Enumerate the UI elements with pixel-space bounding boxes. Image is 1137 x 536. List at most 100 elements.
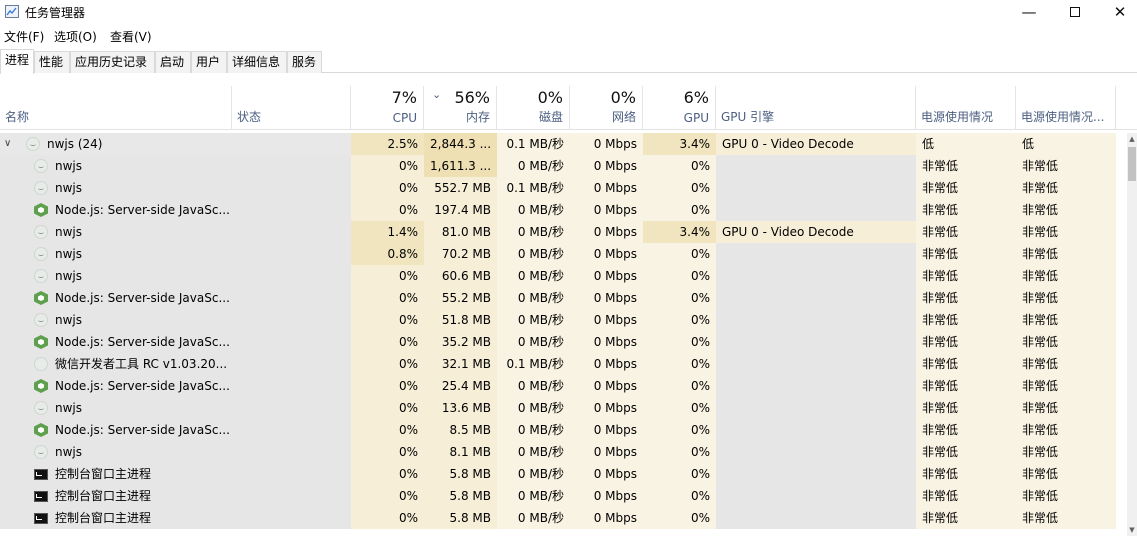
power-trend-cell: 非常低 bbox=[1016, 287, 1116, 309]
scroll-thumb[interactable] bbox=[1128, 147, 1136, 181]
memory-cell: 552.7 MB bbox=[424, 177, 497, 199]
network-cell: 0 Mbps bbox=[570, 507, 643, 529]
menu-file[interactable]: 文件(F) bbox=[4, 28, 44, 45]
gpu-engine-cell bbox=[716, 419, 916, 441]
power-trend-cell: 非常低 bbox=[1016, 309, 1116, 331]
process-row[interactable]: 控制台窗口主进程 0% 5.8 MB 0 MB/秒 0 Mbps 0% 非常低 非常低 bbox=[0, 485, 1127, 507]
process-row[interactable]: Node.js: Server-side JavaSc... 0% 8.5 MB 0 … bbox=[0, 419, 1127, 441]
col-disk[interactable]: 0% 磁盘 bbox=[497, 86, 570, 130]
network-cell: 0 Mbps bbox=[570, 199, 643, 221]
tab-services[interactable]: 服务 bbox=[287, 51, 322, 73]
cpu-cell: 1.4% bbox=[351, 221, 424, 243]
process-name-cell: 控制台窗口主进程 bbox=[0, 463, 230, 485]
row-filler bbox=[1116, 419, 1127, 441]
memory-cell: 197.4 MB bbox=[424, 199, 497, 221]
process-name-cell: nwjs bbox=[0, 243, 230, 265]
col-network-label: 网络 bbox=[611, 110, 636, 124]
process-name: Node.js: Server-side JavaSc... bbox=[55, 203, 230, 217]
minimize-button[interactable]: — bbox=[1006, 0, 1052, 24]
tab-users[interactable]: 用户 bbox=[191, 51, 227, 73]
process-name-cell: Node.js: Server-side JavaSc... bbox=[0, 375, 230, 397]
collapse-chevron-icon[interactable]: ∨ bbox=[4, 133, 11, 155]
process-row[interactable]: Node.js: Server-side JavaSc... 0% 197.4 MB… bbox=[0, 199, 1127, 221]
gpu-engine-cell: GPU 0 - Video Decode bbox=[716, 221, 916, 243]
cpu-cell: 0% bbox=[351, 265, 424, 287]
process-row[interactable]: nwjs 1.4% 81.0 MB 0 MB/秒 0 Mbps 3.4% GPU 0 - V… bbox=[0, 221, 1127, 243]
process-name-cell: 控制台窗口主进程 bbox=[0, 485, 230, 507]
process-row[interactable]: nwjs 0% 51.8 MB 0 MB/秒 0 Mbps 0% 非常低 非常低 bbox=[0, 309, 1127, 331]
disk-cell: 0 MB/秒 bbox=[497, 331, 570, 353]
process-row[interactable]: nwjs 0.8% 70.2 MB 0 MB/秒 0 Mbps 0% 非常低 非常低 bbox=[0, 243, 1127, 265]
disk-cell: 0.1 MB/秒 bbox=[497, 177, 570, 199]
process-row[interactable]: 微信开发者工具 RC v1.03.20... 0% 32.1 MB 0.1 MB/秒 0… bbox=[0, 353, 1127, 375]
power-trend-cell: 非常低 bbox=[1016, 397, 1116, 419]
menu-view[interactable]: 查看(V) bbox=[110, 28, 152, 45]
status-cell bbox=[230, 485, 351, 507]
cpu-cell: 0% bbox=[351, 287, 424, 309]
col-network[interactable]: 0% 网络 bbox=[570, 86, 643, 130]
col-cpu-label: CPU bbox=[392, 111, 417, 125]
process-name: 控制台窗口主进程 bbox=[55, 489, 152, 503]
gpu-total: 6% bbox=[683, 88, 709, 107]
power-usage-cell: 非常低 bbox=[916, 507, 1016, 529]
col-memory-label: 内存 bbox=[465, 110, 490, 124]
col-cpu[interactable]: 7% CPU bbox=[351, 86, 424, 130]
maximize-button[interactable] bbox=[1052, 0, 1098, 24]
process-row[interactable]: nwjs 0% 552.7 MB 0.1 MB/秒 0 Mbps 0% 非常低 非常低 bbox=[0, 177, 1127, 199]
menu-options[interactable]: 选项(O) bbox=[54, 28, 97, 45]
col-gpu[interactable]: 6% GPU bbox=[643, 86, 716, 130]
col-name[interactable]: 名称 bbox=[0, 86, 232, 130]
power-trend-cell: 非常低 bbox=[1016, 199, 1116, 221]
col-gpu-engine-label: GPU 引擎 bbox=[721, 110, 775, 124]
gpu-engine-cell bbox=[716, 375, 916, 397]
col-memory[interactable]: ⌄ 56% 内存 bbox=[424, 86, 497, 130]
col-gpu-engine[interactable]: GPU 引擎 bbox=[716, 86, 916, 130]
gpu-cell: 0% bbox=[643, 265, 716, 287]
process-group-row[interactable]: ∨ nwjs (24) 2.5% 2,844.3 ... 0.1 MB/秒 0 Mbps 3… bbox=[0, 133, 1127, 155]
process-row[interactable]: nwjs 0% 60.6 MB 0 MB/秒 0 Mbps 0% 非常低 非常低 bbox=[0, 265, 1127, 287]
process-row[interactable]: nwjs 0% 13.6 MB 0 MB/秒 0 Mbps 0% 非常低 非常低 bbox=[0, 397, 1127, 419]
col-status[interactable]: 状态 bbox=[232, 86, 351, 130]
process-row[interactable]: Node.js: Server-side JavaSc... 0% 25.4 MB 0… bbox=[0, 375, 1127, 397]
col-power[interactable]: 电源使用情况 bbox=[916, 86, 1016, 130]
process-row[interactable]: nwjs 0% 1,611.3 ... 0 MB/秒 0 Mbps 0% 非常低 非常低 bbox=[0, 155, 1127, 177]
power-trend-cell: 非常低 bbox=[1016, 265, 1116, 287]
power-usage-cell: 非常低 bbox=[916, 287, 1016, 309]
tab-details[interactable]: 详细信息 bbox=[227, 51, 287, 73]
vertical-scrollbar[interactable]: ▲ ▼ bbox=[1127, 133, 1137, 536]
gpu-engine-cell bbox=[716, 287, 916, 309]
process-row[interactable]: 控制台窗口主进程 0% 5.8 MB 0 MB/秒 0 Mbps 0% 非常低 非常低 bbox=[0, 507, 1127, 529]
disk-cell: 0 MB/秒 bbox=[497, 199, 570, 221]
power-trend-cell: 非常低 bbox=[1016, 221, 1116, 243]
gpu-cell: 0% bbox=[643, 397, 716, 419]
gpu-cell: 0% bbox=[643, 353, 716, 375]
close-button[interactable]: ✕ bbox=[1097, 0, 1137, 24]
row-filler bbox=[1116, 375, 1127, 397]
disk-cell: 0 MB/秒 bbox=[497, 485, 570, 507]
tab-startup[interactable]: 启动 bbox=[155, 51, 191, 73]
power-usage-cell: 非常低 bbox=[916, 155, 1016, 177]
cpu-cell: 0% bbox=[351, 485, 424, 507]
gpu-engine-cell bbox=[716, 441, 916, 463]
process-row[interactable]: 控制台窗口主进程 0% 5.8 MB 0 MB/秒 0 Mbps 0% 非常低 非常低 bbox=[0, 463, 1127, 485]
title-bar: 任务管理器 — ✕ bbox=[0, 0, 1137, 24]
scroll-up-icon[interactable]: ▲ bbox=[1127, 133, 1137, 145]
network-cell: 0 Mbps bbox=[570, 265, 643, 287]
tab-app-history[interactable]: 应用历史记录 bbox=[70, 51, 155, 73]
cpu-cell: 0% bbox=[351, 309, 424, 331]
tab-performance[interactable]: 性能 bbox=[34, 51, 70, 73]
process-row[interactable]: nwjs 0% 8.1 MB 0 MB/秒 0 Mbps 0% 非常低 非常低 bbox=[0, 441, 1127, 463]
power-usage-cell: 非常低 bbox=[916, 353, 1016, 375]
process-row[interactable]: Node.js: Server-side JavaSc... 0% 55.2 MB 0… bbox=[0, 287, 1127, 309]
col-power-trend[interactable]: 电源使用情况... bbox=[1016, 86, 1116, 130]
console-window-icon bbox=[34, 491, 48, 502]
tab-processes[interactable]: 进程 bbox=[0, 49, 34, 74]
memory-cell: 81.0 MB bbox=[424, 221, 497, 243]
disk-cell: 0 MB/秒 bbox=[497, 155, 570, 177]
gpu-engine-cell bbox=[716, 265, 916, 287]
col-gpu-label: GPU bbox=[683, 111, 709, 125]
process-name-cell: nwjs bbox=[0, 265, 230, 287]
scroll-down-icon[interactable]: ▼ bbox=[1127, 524, 1137, 536]
column-header: 名称 状态 7% CPU ⌄ 56% 内存 0% 磁盘 0% 网络 6% GPU… bbox=[0, 86, 1137, 130]
process-row[interactable]: Node.js: Server-side JavaSc... 0% 35.2 MB 0… bbox=[0, 331, 1127, 353]
